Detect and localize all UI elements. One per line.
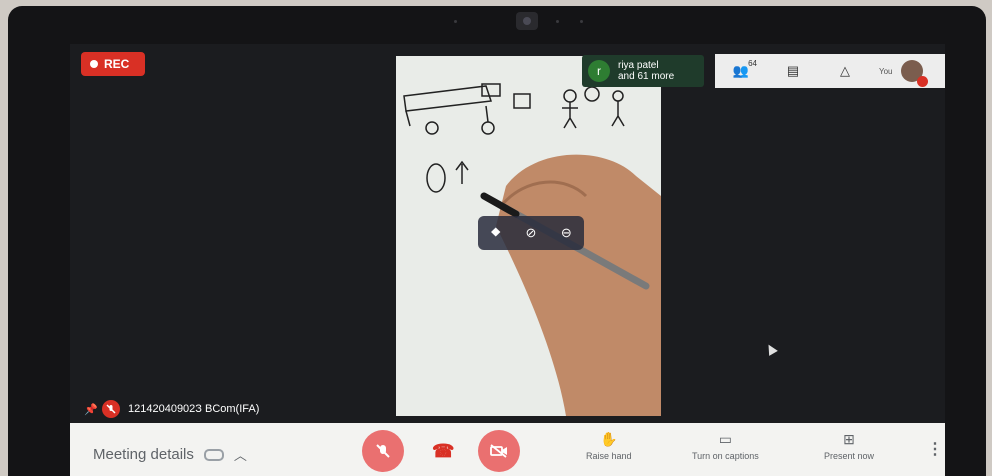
captions-label: Turn on captions [692,451,759,461]
attachment-icon [203,448,224,461]
participant-name: 12142040902З BCom(IFA) [128,403,260,415]
meeting-details-label: Meeting details [93,446,194,463]
camera-off-icon [490,444,507,458]
pin-icon[interactable]: ⯁ [485,222,507,244]
raise-hand-button[interactable]: ✋ Raise hand [586,431,632,461]
raise-hand-label: Raise hand [586,451,632,461]
more-vert-icon[interactable]: ⋮ [927,439,943,459]
present-now-button[interactable]: ⊞ Present now [824,431,874,461]
top-toolbar: 👥 64 ▤ △ You [715,54,945,88]
self-label: You [879,66,893,76]
chat-icon: ▤ [786,63,800,78]
hangup-icon[interactable]: ☎ [432,441,454,462]
presenter-name: riya patel [618,60,659,71]
mouse-cursor [764,342,778,356]
sensor-dot [556,20,559,23]
participants-count: 64 [748,59,757,68]
mic-off-icon [916,76,928,87]
tile-controls: ⯁ ⊘ ⊖ [478,216,584,250]
meeting-details-button[interactable]: Meeting details ︿ [93,445,247,464]
presenter-avatar: r [588,60,610,82]
recording-label: REC [104,57,130,71]
webcam [516,12,538,30]
sensor-dot [454,20,457,23]
mic-off-icon [102,400,120,418]
record-dot-icon [90,60,98,68]
captions-button[interactable]: ▭ Turn on captions [692,431,759,461]
chevron-up-icon[interactable]: ︿ [234,445,247,464]
mic-toggle-button[interactable] [362,430,404,472]
mic-off-icon[interactable]: ⊘ [520,222,542,244]
people-icon: 👥 [732,63,750,78]
recording-badge: REC [81,52,145,76]
video-tile: ⯁ ⊘ ⊖ [396,56,661,416]
captions-icon: ▭ [718,431,732,447]
camera-toggle-button[interactable] [478,430,520,472]
avatar[interactable] [900,60,928,87]
remove-icon[interactable]: ⊖ [555,222,577,244]
mic-off-icon [376,444,390,458]
pin-icon[interactable]: 📌 [84,403,98,416]
control-bar: Meeting details ︿ ☎ ✋ Raise hand ▭ Turn … [70,423,945,476]
activities-button[interactable]: △ [819,54,871,88]
present-icon: ⊞ [843,431,855,447]
sensor-dot [580,20,583,23]
participant-name-label: 📌 12142040902З BCom(IFA) [84,398,259,420]
chat-button[interactable]: ▤ [767,54,819,88]
participants-button[interactable]: 👥 64 [715,54,767,88]
activities-icon: △ [840,63,850,78]
presenter-badge: r riya patel and 61 more [582,55,704,87]
present-label: Present now [824,451,875,461]
hand-icon: ✋ [600,431,618,447]
meeting-screen: REC ⯁ ⊘ ⊖ r riya patel and 61 more 👥 64 … [70,44,945,476]
presenter-others: and 61 more [618,71,675,82]
